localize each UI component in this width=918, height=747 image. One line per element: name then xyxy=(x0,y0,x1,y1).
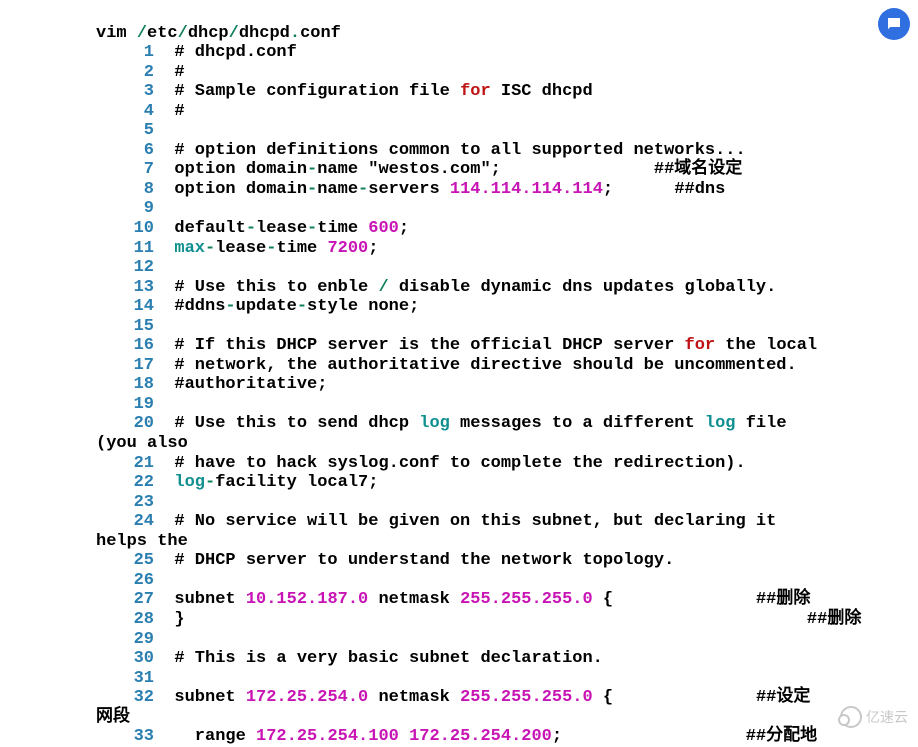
line-number: 7 xyxy=(96,160,154,180)
code-line: # DHCP server to understand the network … xyxy=(174,551,674,570)
code-line: # If this DHCP server is the official DH… xyxy=(174,336,817,355)
line-number: 26 xyxy=(96,571,154,591)
line-number: 12 xyxy=(96,258,154,278)
code-line: # dhcpd.conf xyxy=(174,43,296,62)
line-number: 27 xyxy=(96,590,154,610)
code-line: # Sample configuration file for ISC dhcp… xyxy=(174,82,592,101)
code-line: # Use this to enble / disable dynamic dn… xyxy=(174,278,776,297)
code-line: log-facility local7; xyxy=(174,473,378,492)
line-number: 10 xyxy=(96,219,154,239)
line-number: 4 xyxy=(96,102,154,122)
code-line: # have to hack syslog.conf to complete t… xyxy=(174,454,745,473)
code-line: # xyxy=(174,102,184,121)
line-number: 25 xyxy=(96,551,154,571)
line-number: 16 xyxy=(96,336,154,356)
code-line: option domain-name-servers 114.114.114.1… xyxy=(174,180,725,199)
code-line: default-lease-time 600; xyxy=(174,219,409,238)
line-number: 32 xyxy=(96,688,154,708)
code-wrap: (you also xyxy=(96,434,188,453)
code-line: option domain-name "westos.com"; ##域名设定 xyxy=(174,160,742,179)
line-number: 22 xyxy=(96,473,154,493)
line-number: 6 xyxy=(96,141,154,161)
code-line: range 172.25.254.100 172.25.254.200; ##分… xyxy=(174,727,817,746)
code-line: # This is a very basic subnet declaratio… xyxy=(174,649,602,668)
code-line: max-lease-time 7200; xyxy=(174,239,378,258)
line-number: 1 xyxy=(96,43,154,63)
line-number: 33 xyxy=(96,727,154,747)
line-number: 20 xyxy=(96,414,154,434)
line-number: 9 xyxy=(96,199,154,219)
line-number: 11 xyxy=(96,239,154,259)
line-number: 5 xyxy=(96,121,154,141)
line-number: 8 xyxy=(96,180,154,200)
code-line: } ##删除 xyxy=(174,610,861,629)
command-line: vim /etc/dhcp/dhcpd.conf xyxy=(96,24,341,43)
line-number: 21 xyxy=(96,454,154,474)
watermark: 亿速云 xyxy=(840,706,908,728)
line-number: 15 xyxy=(96,317,154,337)
line-number: 19 xyxy=(96,395,154,415)
code-line: # Use this to send dhcp log messages to … xyxy=(174,414,786,433)
line-number: 28 xyxy=(96,610,154,630)
code-line: subnet 10.152.187.0 netmask 255.255.255.… xyxy=(174,590,810,609)
line-number: 23 xyxy=(96,493,154,513)
line-number: 31 xyxy=(96,669,154,689)
code-line: # No service will be given on this subne… xyxy=(174,512,776,531)
code-line: subnet 172.25.254.0 netmask 255.255.255.… xyxy=(174,688,810,707)
line-number: 13 xyxy=(96,278,154,298)
line-number: 18 xyxy=(96,375,154,395)
line-number: 30 xyxy=(96,649,154,669)
code-wrap: helps the xyxy=(96,532,188,551)
code-line: # network, the authoritative directive s… xyxy=(174,356,796,375)
code-wrap: 网段 xyxy=(96,708,130,727)
line-number: 17 xyxy=(96,356,154,376)
line-number: 24 xyxy=(96,512,154,532)
line-number: 14 xyxy=(96,297,154,317)
code-block: vim /etc/dhcp/dhcpd.conf 1 # dhcpd.conf … xyxy=(0,0,918,747)
code-line: # xyxy=(174,63,184,82)
line-number: 2 xyxy=(96,63,154,83)
chat-icon[interactable] xyxy=(878,8,910,40)
cloud-icon xyxy=(840,706,862,728)
code-line: #authoritative; xyxy=(174,375,327,394)
code-line: # option definitions common to all suppo… xyxy=(174,141,745,160)
code-line: #ddns-update-style none; xyxy=(174,297,419,316)
line-number: 3 xyxy=(96,82,154,102)
watermark-text: 亿速云 xyxy=(866,709,908,725)
line-number: 29 xyxy=(96,630,154,650)
